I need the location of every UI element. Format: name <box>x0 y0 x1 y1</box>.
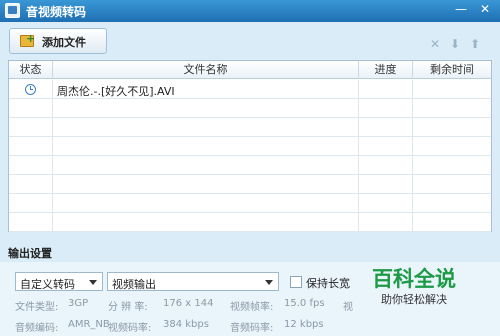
watermark-subtitle: 助你轻松解决 <box>381 293 447 306</box>
file-name: 周杰伦.-.[好久不见].AVI <box>57 85 175 98</box>
title-bar: 音视频转码 — ✕ <box>0 0 500 22</box>
delete-icon[interactable]: ✕ <box>429 38 441 50</box>
audio-bitrate-label: 音频码率: <box>230 323 274 334</box>
add-file-button[interactable]: 添加文件 <box>9 28 107 54</box>
close-button[interactable]: ✕ <box>476 2 494 18</box>
chevron-down-icon <box>89 280 97 285</box>
transcode-mode-select[interactable]: 自定义转码 <box>15 272 103 291</box>
table-body: 周杰伦.-.[好久不见].AVI <box>9 80 491 232</box>
table-row <box>9 99 491 118</box>
clock-icon <box>25 84 36 95</box>
format-value: 3GP <box>68 298 89 309</box>
table-row <box>9 213 491 232</box>
column-status[interactable]: 状态 <box>9 61 53 79</box>
keep-ratio-checkbox[interactable] <box>290 276 302 288</box>
progress-cell <box>359 80 413 99</box>
add-file-label: 添加文件 <box>42 36 86 49</box>
close-icon: ✕ <box>479 2 491 16</box>
remaining-cell <box>413 80 491 99</box>
audio-codec-value: AMR_NB <box>68 319 110 330</box>
audio-codec-label: 音频编码: <box>15 323 59 334</box>
resolution-label: 分 辨 率: <box>108 302 148 313</box>
table-row <box>9 137 491 156</box>
status-cell <box>9 80 53 99</box>
transcode-mode-value: 自定义转码 <box>20 278 75 291</box>
table-row <box>9 194 491 213</box>
table-header: 状态 文件名称 进度 剩余时间 <box>9 61 491 79</box>
truncated-label: 视 <box>343 302 353 313</box>
output-type-value: 视频输出 <box>112 278 156 291</box>
filename-cell: 周杰伦.-.[好久不见].AVI <box>53 80 359 99</box>
column-filename[interactable]: 文件名称 <box>53 61 359 79</box>
file-table: 状态 文件名称 进度 剩余时间 周杰伦.-.[好久不见].AVI <box>8 60 492 232</box>
column-progress[interactable]: 进度 <box>359 61 413 79</box>
minimize-button[interactable]: — <box>452 2 470 18</box>
video-bitrate-value: 384 kbps <box>163 319 209 330</box>
watermark: 百科全说 助你轻松解决 <box>361 263 467 311</box>
column-remaining[interactable]: 剩余时间 <box>413 61 491 79</box>
format-label: 文件类型: <box>15 302 59 313</box>
table-row <box>9 175 491 194</box>
move-down-icon[interactable]: ⬇ <box>449 38 461 50</box>
app-icon <box>5 3 20 18</box>
table-row[interactable]: 周杰伦.-.[好久不见].AVI <box>9 80 491 99</box>
table-row <box>9 118 491 137</box>
watermark-title: 百科全说 <box>372 267 456 291</box>
keep-ratio-label: 保持长宽 <box>306 277 350 290</box>
toolbar: 添加文件 ✕ ⬇ ⬆ <box>0 22 500 60</box>
add-folder-icon <box>20 32 35 47</box>
audio-bitrate-value: 12 kbps <box>284 319 324 330</box>
video-bitrate-label: 视频码率: <box>108 323 152 334</box>
fps-value: 15.0 fps <box>284 298 325 309</box>
window-title: 音视频转码 <box>26 5 87 19</box>
fps-label: 视频帧率: <box>230 302 274 313</box>
minimize-icon: — <box>455 2 467 16</box>
table-row <box>9 156 491 175</box>
output-settings-title: 输出设置 <box>8 247 52 260</box>
chevron-down-icon <box>265 280 273 285</box>
move-up-icon[interactable]: ⬆ <box>469 38 481 50</box>
resolution-value: 176 x 144 <box>163 298 214 309</box>
output-type-select[interactable]: 视频输出 <box>107 272 279 291</box>
